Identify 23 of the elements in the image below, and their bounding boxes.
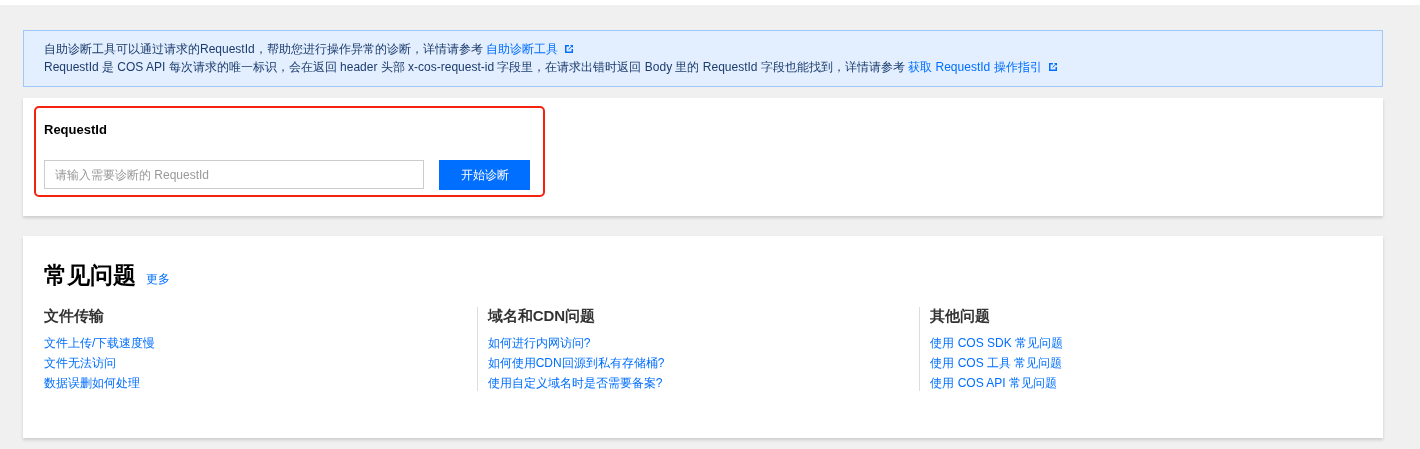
faq-link[interactable]: 使用 COS 工具 常见问题 [930,355,1063,371]
external-link-icon [564,44,575,54]
faq-link[interactable]: 文件上传/下载速度慢 [44,335,156,351]
faq-link[interactable]: 文件无法访问 [44,355,116,371]
help-link[interactable]: 自助诊断工具 [486,42,559,56]
group-title: 文件传输 [44,307,104,326]
field-label: RequestId [44,122,108,137]
diagnose-button[interactable]: 开始诊断 [439,160,530,190]
help-link[interactable]: 获取 RequestId 操作指引 [908,60,1042,74]
request-id-field[interactable]: 请输入需要诊断的 RequestId [44,160,424,189]
faq-link[interactable]: 使用自定义域名时是否需要备案? [487,375,663,391]
notice-text: RequestId 是 COS API 每次请求的唯一标识，会在返回 header 头部 x-cos-request-id 字段里，在请求出错时返回 Body 里的 RequestId 字段也能找到，详情请参考 获取 RequestId 操作指引 [44,58,1362,76]
faq-link[interactable]: 使用 COS API 常见问题 [930,375,1057,391]
external-link-icon [1047,62,1058,72]
notice-text: 自助诊断工具可以通过请求的RequestId，帮助您进行操作异常的诊断，详情请参考 自助诊断工具 [44,40,1362,58]
faq-link[interactable]: 使用 COS SDK 常见问题 [930,335,1063,351]
faq-link[interactable]: 如何进行内网访问? [487,335,591,351]
group-title: 其他问题 [930,307,991,326]
faq-link[interactable]: 如何使用CDN回源到私有存储桶? [487,355,665,371]
faq-title: 常见问题 [44,261,136,290]
group-title: 域名和CDN问题 [487,307,596,326]
more-link[interactable]: 更多 [146,271,170,288]
faq-link[interactable]: 数据误删如何处理 [44,375,140,391]
